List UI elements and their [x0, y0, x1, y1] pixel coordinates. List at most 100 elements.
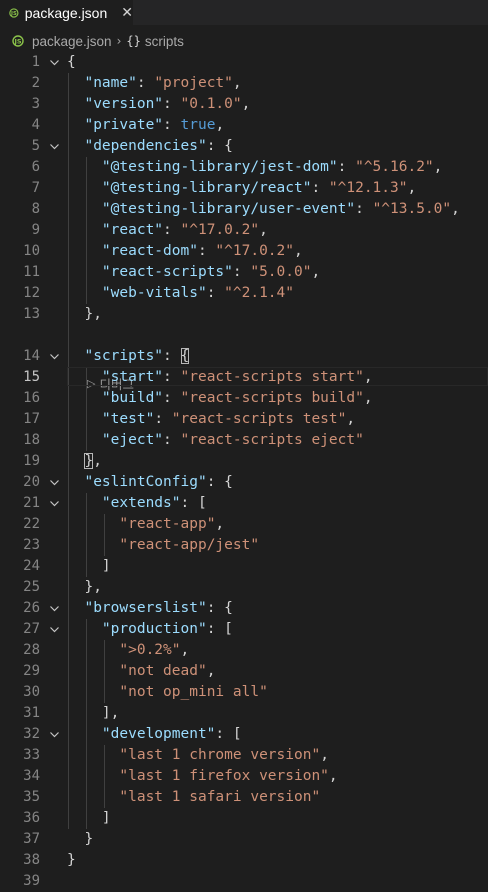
- code-line[interactable]: 23 "react-app/jest": [0, 535, 488, 556]
- code-text: "name": "project",: [67, 73, 241, 94]
- json-key: "version": [84, 96, 164, 112]
- punctuation: [67, 768, 119, 784]
- code-line[interactable]: 6 "@testing-library/jest-dom": "^5.16.2"…: [0, 157, 488, 178]
- line-number: 9: [31, 222, 40, 238]
- punctuation: ],: [67, 705, 120, 721]
- punctuation: [67, 642, 119, 658]
- code-line[interactable]: 7 "@testing-library/react": "^12.1.3",: [0, 178, 488, 199]
- code-text: "not dead",: [67, 661, 215, 682]
- code-line[interactable]: 1{: [0, 52, 488, 73]
- code-line[interactable]: 3 "version": "0.1.0",: [0, 94, 488, 115]
- punctuation: ]: [67, 810, 111, 826]
- code-line[interactable]: 17 "test": "react-scripts test",: [0, 409, 488, 430]
- line-number: 29: [23, 663, 40, 679]
- line-number: 35: [23, 789, 40, 805]
- line-number: 6: [31, 159, 40, 175]
- code-line[interactable]: 8 "@testing-library/user-event": "^13.5.…: [0, 199, 488, 220]
- line-number: 21: [23, 495, 40, 511]
- code-line[interactable]: 26 "browserslist": {: [0, 598, 488, 619]
- code-line[interactable]: 24 ]: [0, 556, 488, 577]
- fold-chevron-icon[interactable]: [47, 724, 61, 745]
- punctuation: :: [163, 117, 181, 133]
- fold-chevron-icon[interactable]: [47, 52, 61, 73]
- code-line[interactable]: 36 ]: [0, 808, 488, 829]
- punctuation: [67, 138, 84, 154]
- code-line[interactable]: 20 "eslintConfig": {: [0, 472, 488, 493]
- punctuation: },: [67, 306, 102, 322]
- code-line[interactable]: 19 },: [0, 451, 488, 472]
- code-text: },: [67, 451, 102, 472]
- punctuation: ,: [451, 201, 460, 217]
- line-number: 11: [23, 264, 40, 280]
- code-line[interactable]: 13 },: [0, 304, 488, 325]
- json-string: "react-scripts eject": [180, 432, 364, 448]
- code-editor[interactable]: ▷ 디버그 1{2 "name": "project", 3 "version":…: [0, 52, 488, 889]
- punctuation: [67, 663, 119, 679]
- punctuation: [67, 159, 102, 175]
- code-line[interactable]: 35 "last 1 safari version": [0, 787, 488, 808]
- code-line[interactable]: 14 "scripts": {: [0, 346, 488, 367]
- punctuation: [67, 75, 84, 91]
- punctuation: {: [67, 54, 76, 70]
- json-key: "react-scripts": [101, 264, 233, 280]
- code-line[interactable]: 32 "development": [: [0, 724, 488, 745]
- punctuation: [67, 201, 102, 217]
- line-number: 12: [23, 285, 40, 301]
- fold-chevron-icon[interactable]: [47, 472, 61, 493]
- punctuation: [67, 621, 102, 637]
- line-number: 38: [23, 852, 40, 868]
- punctuation: }: [67, 831, 94, 847]
- line-number: 28: [23, 642, 40, 658]
- punctuation: [67, 222, 102, 238]
- code-text: ">0.2%",: [67, 640, 189, 661]
- code-line[interactable]: 11 "react-scripts": "5.0.0",: [0, 262, 488, 283]
- code-text: "@testing-library/react": "^12.1.3",: [67, 178, 416, 199]
- fold-chevron-icon[interactable]: [47, 346, 61, 367]
- code-text: "build": "react-scripts build",: [67, 388, 373, 409]
- code-line[interactable]: 29 "not dead",: [0, 661, 488, 682]
- code-line[interactable]: 37 }: [0, 829, 488, 850]
- code-line[interactable]: 9 "react": "^17.0.2",: [0, 220, 488, 241]
- code-line[interactable]: 21 "extends": [: [0, 493, 488, 514]
- code-line[interactable]: 27 "production": [: [0, 619, 488, 640]
- code-line[interactable]: 28 ">0.2%",: [0, 640, 488, 661]
- line-number: 14: [23, 348, 40, 364]
- code-line[interactable]: 34 "last 1 firefox version",: [0, 766, 488, 787]
- punctuation: },: [67, 579, 102, 595]
- fold-chevron-icon[interactable]: [47, 619, 61, 640]
- code-line[interactable]: 2 "name": "project",: [0, 73, 488, 94]
- code-line[interactable]: 33 "last 1 chrome version",: [0, 745, 488, 766]
- code-text: ],: [67, 703, 119, 724]
- punctuation: ,: [294, 243, 303, 259]
- code-line[interactable]: 22 "react-app",: [0, 514, 488, 535]
- code-text: "extends": [: [67, 493, 207, 514]
- code-line[interactable]: 31 ],: [0, 703, 488, 724]
- code-line[interactable]: 16 "build": "react-scripts build",: [0, 388, 488, 409]
- code-line[interactable]: 4 "private": true,: [0, 115, 488, 136]
- line-number: 1: [31, 54, 40, 70]
- fold-chevron-icon[interactable]: [47, 493, 61, 514]
- punctuation: :: [163, 96, 181, 112]
- tab-package-json[interactable]: JS package.json ✕: [0, 0, 133, 25]
- code-line[interactable]: 30 "not op_mini all": [0, 682, 488, 703]
- fold-chevron-icon[interactable]: [47, 598, 61, 619]
- punctuation: [67, 516, 119, 532]
- code-line[interactable]: 25 },: [0, 577, 488, 598]
- json-string: ">0.2%": [119, 642, 181, 658]
- code-line[interactable]: 10 "react-dom": "^17.0.2",: [0, 241, 488, 262]
- punctuation: [67, 96, 84, 112]
- code-line[interactable]: 38}: [0, 850, 488, 871]
- code-line[interactable]: 5 "dependencies": {: [0, 136, 488, 157]
- punctuation: ,: [241, 96, 251, 112]
- breadcrumb-separator: ›: [116, 34, 122, 48]
- code-line[interactable]: 15 "start": "react-scripts start",: [0, 367, 488, 388]
- code-line[interactable]: 12 "web-vitals": "^2.1.4": [0, 283, 488, 304]
- code-line[interactable]: 18 "eject": "react-scripts eject": [0, 430, 488, 451]
- breadcrumb-symbol[interactable]: scripts: [145, 34, 184, 49]
- breadcrumb-file[interactable]: package.json: [32, 34, 112, 49]
- close-icon[interactable]: ✕: [121, 6, 133, 20]
- fold-chevron-icon[interactable]: [47, 136, 61, 157]
- line-number: 30: [23, 684, 40, 700]
- punctuation: ,: [407, 180, 417, 196]
- punctuation: ,: [320, 747, 329, 763]
